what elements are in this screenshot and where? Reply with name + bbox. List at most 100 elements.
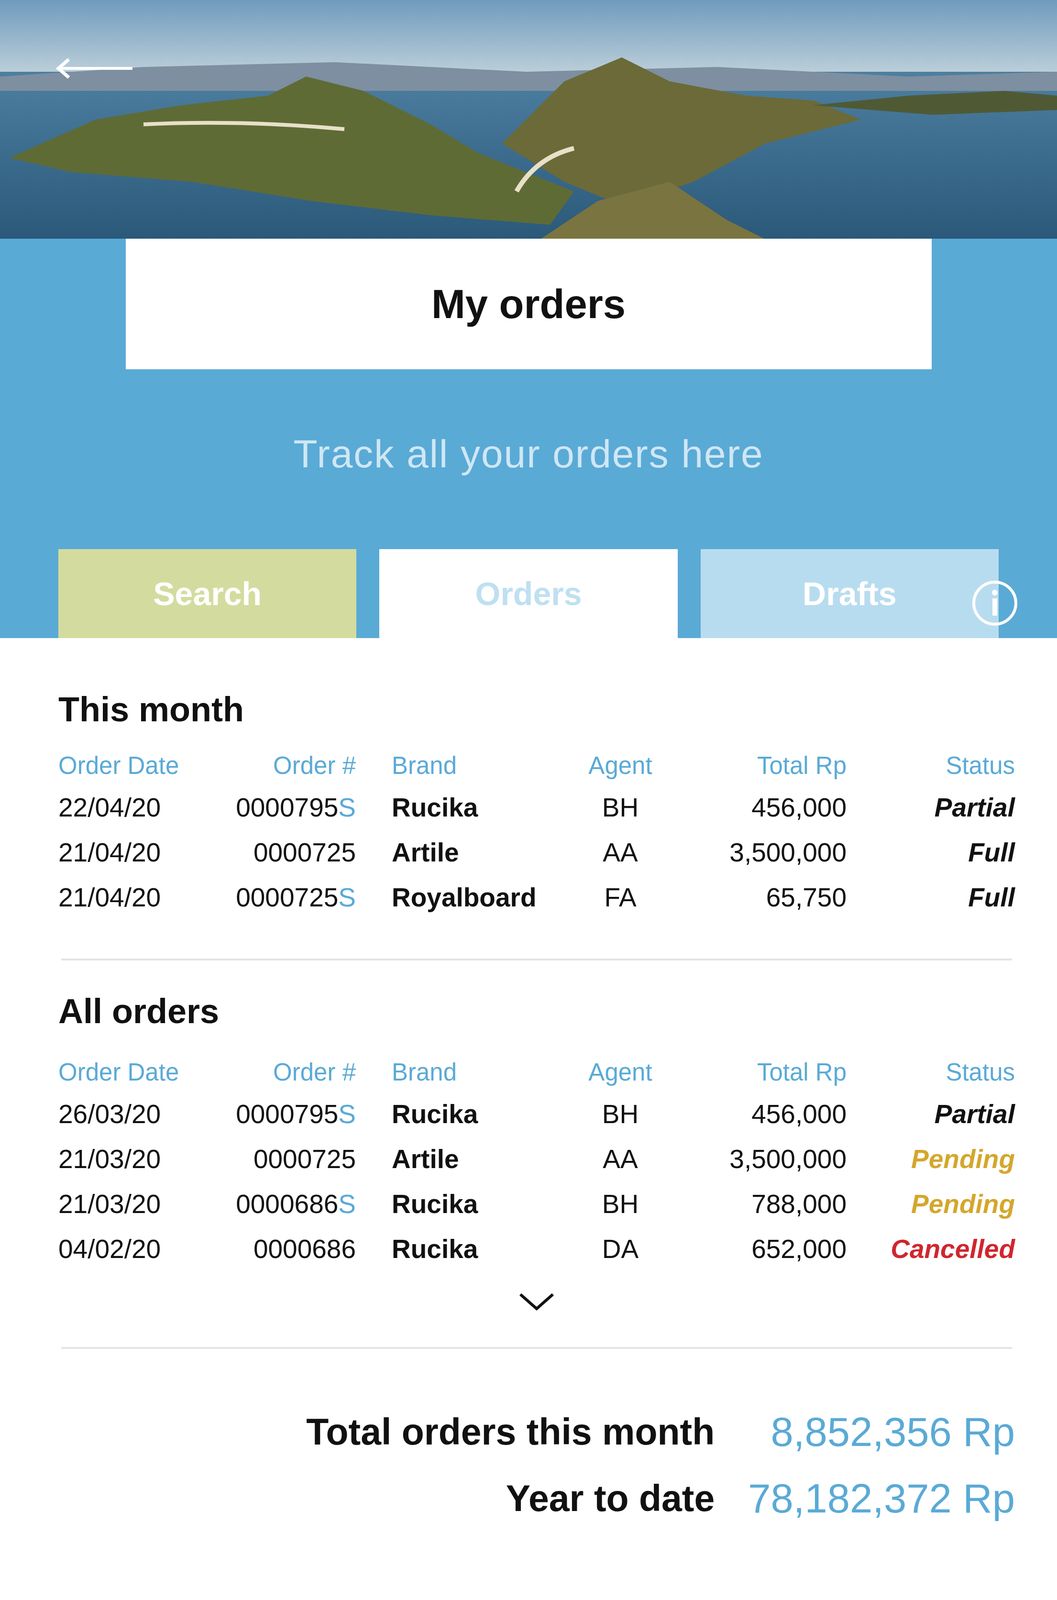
agent: FA: [569, 877, 672, 918]
section-title: All orders: [58, 990, 1015, 1032]
column-header: Order Date: [58, 1054, 198, 1091]
column-header-row: Order DateOrder #BrandAgentTotal RpStatu…: [58, 746, 1015, 785]
order-suffix[interactable]: S: [338, 792, 356, 823]
order-number[interactable]: 0000795S: [197, 1094, 356, 1135]
tab-label[interactable]: Search: [153, 569, 262, 618]
column-header: Total Rp: [671, 1054, 847, 1091]
column-header: Order Date: [58, 747, 198, 785]
orders-area: This monthOrder DateOrder #BrandAgentTot…: [0, 638, 1057, 1589]
column-header-row: Order DateOrder #BrandAgentTotal RpStatu…: [58, 1053, 1015, 1092]
order-date: 04/02/20: [58, 1229, 198, 1269]
divider: [61, 1346, 1013, 1349]
brand: Rucika: [355, 787, 570, 828]
order-number-text[interactable]: 0000725: [235, 882, 339, 913]
column-header: Status: [846, 1054, 1015, 1091]
order-suffix[interactable]: S: [338, 1189, 356, 1219]
tab-ground[interactable]: Search: [58, 549, 357, 639]
order-number-text[interactable]: 0000686: [253, 1233, 356, 1264]
order-row[interactable]: 21/04/200000725SRoyalboardFA65,750Full: [58, 874, 1015, 920]
tab-ground[interactable]: Drafts: [700, 549, 999, 639]
status: Partial: [846, 1094, 1015, 1135]
brand: Rucika: [355, 1184, 570, 1224]
total: 456,000: [671, 787, 847, 828]
order-row[interactable]: 22/04/200000795SRucikaBH456,000Partial: [58, 784, 1015, 830]
blue-band: My orders Track all your orders here Sea…: [0, 238, 1057, 639]
order-number-text[interactable]: 0000795: [235, 792, 339, 823]
tab[interactable]: Drafts: [700, 549, 999, 639]
status: Pending: [846, 1139, 1015, 1179]
order-date: 21/03/20: [58, 1139, 198, 1179]
order-number[interactable]: 0000725: [197, 1139, 356, 1179]
order-number-text[interactable]: 0000686: [235, 1189, 339, 1219]
subtitle: Track all your orders here: [0, 430, 1057, 478]
total: 3,500,000: [671, 1139, 847, 1179]
order-row[interactable]: 21/03/20 0000725ArtileAA3,500,000Pending: [58, 1136, 1015, 1182]
page: My orders Track all your orders here Sea…: [0, 0, 1057, 1589]
order-date: 21/04/20: [58, 877, 198, 918]
order-row[interactable]: 26/03/200000795SRucikaBH456,000Partial: [58, 1091, 1015, 1137]
chevron-down-icon[interactable]: [517, 1291, 556, 1312]
section-title: This month: [58, 688, 1015, 730]
brand: Artile: [355, 832, 570, 873]
column-header: Order #: [197, 747, 356, 785]
total-value: 78,182,372 Rp: [748, 1467, 1015, 1530]
total: 65,750: [671, 877, 847, 918]
tab[interactable]: Orders: [379, 549, 678, 639]
total-label: Year to date: [306, 1470, 715, 1527]
tab-label[interactable]: Drafts: [802, 569, 897, 618]
more-wrap: [58, 1291, 1015, 1312]
order-row[interactable]: 04/02/20 0000686RucikaDA652,000Cancelled: [58, 1226, 1015, 1272]
order-number[interactable]: 0000725: [197, 832, 356, 873]
agent: BH: [569, 1184, 672, 1224]
column-header: Brand: [355, 747, 570, 785]
tab-strip: Search Orders Drafts: [0, 549, 1057, 639]
agent: BH: [569, 1094, 672, 1135]
order-number-text[interactable]: 0000725: [253, 837, 356, 868]
column-header: Total Rp: [671, 747, 847, 785]
total-value: 8,852,356 Rp: [748, 1401, 1015, 1463]
order-number[interactable]: 0000686: [197, 1229, 356, 1269]
order-row[interactable]: 21/04/200000725ArtileAA3,500,000Full: [58, 829, 1015, 875]
tab-ground[interactable]: Orders: [379, 549, 678, 639]
divider: [61, 958, 1013, 961]
totals: Total orders this month 8,852,356 Rp Year …: [58, 1398, 1015, 1532]
agent: AA: [569, 832, 672, 873]
total: 456,000: [671, 1094, 847, 1135]
brand: Royalboard: [355, 877, 570, 918]
status: Partial: [846, 787, 1015, 828]
all-orders-section: All orders Order DateOrder #BrandAgentTot…: [58, 990, 1015, 1272]
total: 788,000: [671, 1184, 847, 1224]
order-number[interactable]: 0000795S: [197, 787, 356, 828]
agent: BH: [569, 787, 672, 828]
order-date: 21/04/20: [58, 832, 198, 873]
order-number-text[interactable]: 0000795: [235, 1099, 339, 1129]
status: Pending: [846, 1184, 1015, 1224]
order-number-text[interactable]: 0000725: [253, 1144, 356, 1174]
total-label: Total orders this month: [306, 1404, 715, 1460]
this-month-section: This month Order DateOrder #BrandAgentTot…: [58, 688, 1015, 920]
column-header: Brand: [355, 1054, 570, 1091]
total: 652,000: [671, 1229, 847, 1269]
back-arrow-icon[interactable]: [53, 56, 135, 81]
column-header: Agent: [569, 747, 672, 785]
page-title: My orders: [431, 273, 626, 335]
status: Cancelled: [846, 1229, 1015, 1269]
info-icon[interactable]: [970, 579, 1019, 628]
tab[interactable]: Search: [58, 549, 357, 639]
column-header: Order #: [197, 1054, 356, 1091]
brand: Artile: [355, 1139, 570, 1179]
order-row[interactable]: 21/03/200000686SRucikaBH788,000Pending: [58, 1181, 1015, 1227]
order-number[interactable]: 0000686S: [197, 1184, 356, 1224]
order-suffix[interactable]: S: [338, 1099, 356, 1129]
tab-label[interactable]: Orders: [474, 569, 582, 618]
brand: Rucika: [355, 1094, 570, 1135]
order-date: 22/04/20: [58, 787, 198, 828]
column-header: Status: [846, 747, 1015, 785]
agent: DA: [569, 1229, 672, 1269]
column-header: Agent: [569, 1054, 672, 1091]
agent: AA: [569, 1139, 672, 1179]
order-number[interactable]: 0000725S: [197, 877, 356, 918]
brand: Rucika: [355, 1229, 570, 1269]
total: 3,500,000: [671, 832, 847, 873]
order-suffix[interactable]: S: [338, 882, 356, 913]
